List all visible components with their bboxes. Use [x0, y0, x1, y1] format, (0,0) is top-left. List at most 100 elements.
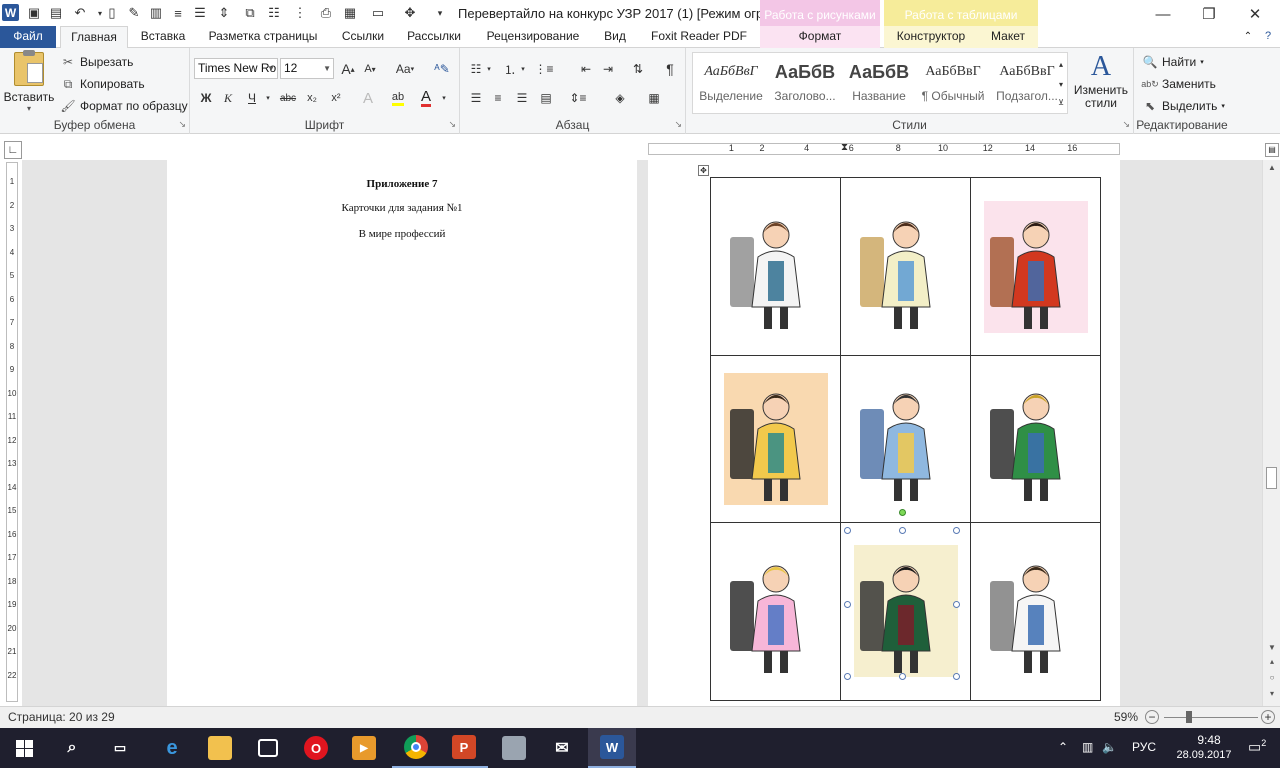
bullets-button[interactable]: ☷ — [466, 59, 486, 79]
collapse-ribbon-icon[interactable]: ⌃ — [1240, 26, 1256, 48]
font-size-combo[interactable]: 12 ▼ — [280, 58, 334, 79]
rotate-handle[interactable] — [899, 508, 906, 516]
zoom-out-button[interactable]: − — [1145, 710, 1159, 724]
zoom-slider[interactable] — [1164, 717, 1258, 718]
card-cell[interactable] — [840, 508, 971, 702]
zoom-level[interactable]: 59% — [1114, 710, 1138, 724]
font-size-dropdown-icon[interactable]: ▼ — [323, 59, 331, 78]
numbering-button[interactable]: ⒈ — [500, 59, 520, 79]
shading-button[interactable]: ◈ — [610, 88, 630, 108]
font-launcher-icon[interactable]: ↘ — [448, 119, 456, 130]
align-center-icon[interactable]: ≡ — [168, 3, 188, 23]
tab-format[interactable]: Формат — [760, 26, 880, 48]
scrollbar-thumb[interactable] — [1266, 467, 1277, 489]
font-color-button[interactable]: A — [416, 88, 436, 108]
customize-qat-icon[interactable]: ▾ — [430, 3, 450, 23]
next-page-icon[interactable]: ▾ — [1266, 688, 1278, 700]
card-cell[interactable] — [840, 355, 971, 523]
bullets-icon[interactable]: ☷ — [264, 3, 284, 23]
line-spacing-icon[interactable]: ⇕ — [214, 3, 234, 23]
select-button[interactable]: ⬉ Выделить ▾ — [1142, 98, 1225, 114]
tab-mailings[interactable]: Рассылки — [402, 26, 466, 48]
styles-scroll-down-icon[interactable]: ▾ — [1054, 74, 1068, 94]
clipboard-launcher-icon[interactable]: ↘ — [178, 119, 186, 130]
document-page[interactable]: ✥ — [648, 160, 1120, 706]
sort-button[interactable]: ⇅ — [628, 59, 648, 79]
powerpoint-button[interactable]: P — [440, 728, 488, 768]
cut-button[interactable]: ✂ Вырезать — [60, 54, 133, 70]
close-button[interactable]: ✕ — [1232, 0, 1278, 28]
text-effects-button[interactable]: A — [358, 88, 378, 108]
underline-dropdown-icon[interactable]: ▾ — [262, 88, 274, 108]
tab-references[interactable]: Ссылки — [336, 26, 390, 48]
find-button[interactable]: 🔍 Найти ▾ — [1142, 54, 1204, 70]
tab-page-layout[interactable]: Разметка страницы — [202, 26, 324, 48]
word-logo-icon[interactable]: W — [2, 4, 19, 21]
vertical-ruler[interactable]: 1 2 3 4 5 6 7 8 9 10 11 12 13 14 15 16 17 18 19 20 21 22 — [6, 162, 18, 702]
explorer-button[interactable] — [196, 728, 244, 768]
resize-handle[interactable] — [953, 526, 960, 534]
scroll-up-icon[interactable]: ▲ — [1266, 162, 1278, 174]
numbering-icon[interactable]: ⋮ — [290, 3, 310, 23]
mail-button[interactable]: ✉ — [538, 728, 586, 768]
table-move-handle-icon[interactable]: ✥ — [698, 165, 709, 176]
scroll-down-icon[interactable]: ▼ — [1266, 642, 1278, 654]
tab-layout[interactable]: Макет — [978, 26, 1038, 48]
task-view-button[interactable]: ▭ — [96, 728, 144, 768]
border-icon[interactable]: ▭ — [368, 3, 388, 23]
page-counter[interactable]: Страница: 20 из 29 — [8, 710, 115, 724]
borders-button[interactable]: ▦ — [644, 88, 664, 108]
tab-selector-icon[interactable]: ∟ — [4, 141, 22, 159]
media-button[interactable]: ▶ — [340, 728, 388, 768]
bullets-dropdown-icon[interactable]: ▾ — [484, 59, 494, 79]
highlight-button[interactable]: ab — [388, 88, 408, 108]
language-indicator[interactable]: РУС — [1132, 740, 1156, 754]
show-hidden-icons-icon[interactable]: ⌃ — [1058, 740, 1068, 754]
line-spacing-button[interactable]: ⇕≡ — [568, 88, 588, 108]
tab-home[interactable]: Главная — [60, 26, 128, 49]
paste-dropdown-icon[interactable]: ▾ — [27, 104, 31, 113]
save-as-icon[interactable]: ▤ — [46, 3, 66, 23]
new-document-icon[interactable]: ▯ — [102, 3, 122, 23]
network-icon[interactable]: ▥ — [1082, 740, 1093, 754]
resize-handle[interactable] — [844, 526, 851, 534]
superscript-button[interactable]: x² — [326, 88, 346, 108]
tab-foxit[interactable]: Foxit Reader PDF — [644, 26, 754, 48]
edit-icon[interactable]: ✎ — [124, 3, 144, 23]
tab-constructor[interactable]: Конструктор — [884, 26, 978, 48]
multilevel-list-button[interactable]: ⋮≡ — [534, 59, 554, 79]
browse-object-icon[interactable]: ○ — [1266, 672, 1278, 684]
edge-button[interactable]: e — [148, 728, 196, 768]
maximize-button[interactable]: ❐ — [1186, 0, 1232, 28]
decrease-indent-button[interactable]: ⇤ — [576, 59, 596, 79]
clock-date[interactable]: 28.09.2017 — [1164, 749, 1244, 761]
style-item[interactable]: АаБбВ Название — [843, 55, 915, 113]
replace-button[interactable]: ab↻ Заменить — [1141, 76, 1216, 92]
styles-more-icon[interactable]: ⊻ — [1054, 92, 1068, 112]
justify-button[interactable]: ▤ — [536, 88, 556, 108]
save-icon[interactable]: ▣ — [24, 3, 44, 23]
horizontal-ruler[interactable]: 1 2 4 6 8 10 12 14 16 ⧗ — [648, 142, 1120, 155]
chrome-button[interactable] — [392, 728, 440, 768]
styles-scroll-up-icon[interactable]: ▴ — [1054, 54, 1068, 74]
numbering-dropdown-icon[interactable]: ▾ — [518, 59, 528, 79]
align-center-button[interactable]: ≡ — [488, 88, 508, 108]
format-painter-button[interactable]: 🖌 Формат по образцу — [60, 98, 187, 114]
change-styles-button[interactable]: A Изменить стили — [1070, 52, 1132, 110]
paste-button[interactable]: Вставить ▾ — [4, 50, 54, 116]
vertical-scrollbar[interactable]: ▲ ▼ ▴ ○ ▾ — [1262, 160, 1280, 706]
tab-file[interactable]: Файл — [0, 26, 56, 48]
scanner-button[interactable] — [490, 728, 538, 768]
picture-icon[interactable]: ✥ — [400, 3, 420, 23]
help-icon[interactable]: ? — [1260, 26, 1276, 48]
paragraph-launcher-icon[interactable]: ↘ — [674, 119, 682, 130]
find-dropdown-icon[interactable]: ▾ — [1200, 58, 1204, 66]
subscript-button[interactable]: x₂ — [302, 88, 322, 108]
copy-icon[interactable]: ⧉ — [240, 3, 260, 23]
card-cell[interactable] — [710, 176, 841, 357]
align-right-button[interactable]: ☰ — [512, 88, 532, 108]
card-cell[interactable] — [970, 355, 1101, 523]
resize-handle[interactable] — [899, 526, 906, 534]
start-button[interactable] — [0, 728, 48, 768]
table-icon[interactable]: ▦ — [340, 3, 360, 23]
